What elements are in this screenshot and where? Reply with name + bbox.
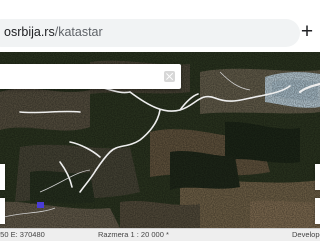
parcel-search [0,64,181,89]
coordinates-readout: 650 E: 370480 [0,230,45,239]
left-panel-toggle-upper[interactable] [0,164,5,190]
satellite-map[interactable] [0,52,320,228]
left-panel-toggle-lower[interactable] [0,198,5,224]
url-path: /katastar [54,25,103,39]
url-host: osrbija.rs [4,25,55,39]
scale-readout[interactable]: Razmera 1 : 20 000 * [98,230,169,239]
address-bar[interactable]: osrbija.rs/katastar [0,19,300,47]
map-status-bar: 650 E: 370480 Razmera 1 : 20 000 * Devel… [0,228,320,241]
browser-toolbar: osrbija.rs/katastar + [0,0,320,52]
url-text: osrbija.rs/katastar [4,25,103,39]
developer-link[interactable]: Developer [292,230,320,239]
parcel-marker[interactable] [37,202,44,208]
clear-search-icon[interactable] [164,71,175,82]
parcel-search-input[interactable] [6,68,160,87]
right-panel-toggle-upper[interactable] [315,164,320,190]
right-panel-toggle-lower[interactable] [315,198,320,224]
new-tab-button[interactable]: + [296,21,318,44]
